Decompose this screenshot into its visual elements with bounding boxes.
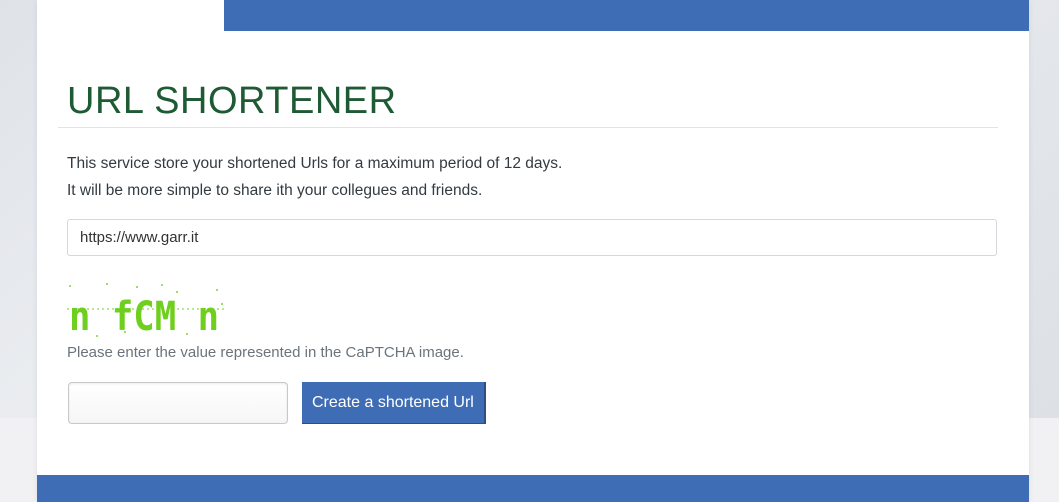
captcha-text: n fCM n	[69, 294, 219, 340]
page-title: URL SHORTENER	[67, 80, 397, 122]
captcha-input[interactable]	[68, 382, 288, 424]
captcha-image: n fCM n	[67, 283, 227, 340]
create-shortened-url-button[interactable]: Create a shortened Url	[302, 382, 486, 424]
url-input[interactable]	[67, 219, 997, 256]
captcha-hint: Please enter the value represented in th…	[67, 344, 464, 361]
header-bar	[37, 0, 1029, 31]
footer-bar	[37, 475, 1029, 502]
title-divider	[58, 127, 998, 128]
description-line-1: This service store your shortened Urls f…	[67, 155, 563, 172]
description-line-2: It will be more simple to share ith your…	[67, 182, 483, 199]
logo-area	[37, 0, 224, 31]
